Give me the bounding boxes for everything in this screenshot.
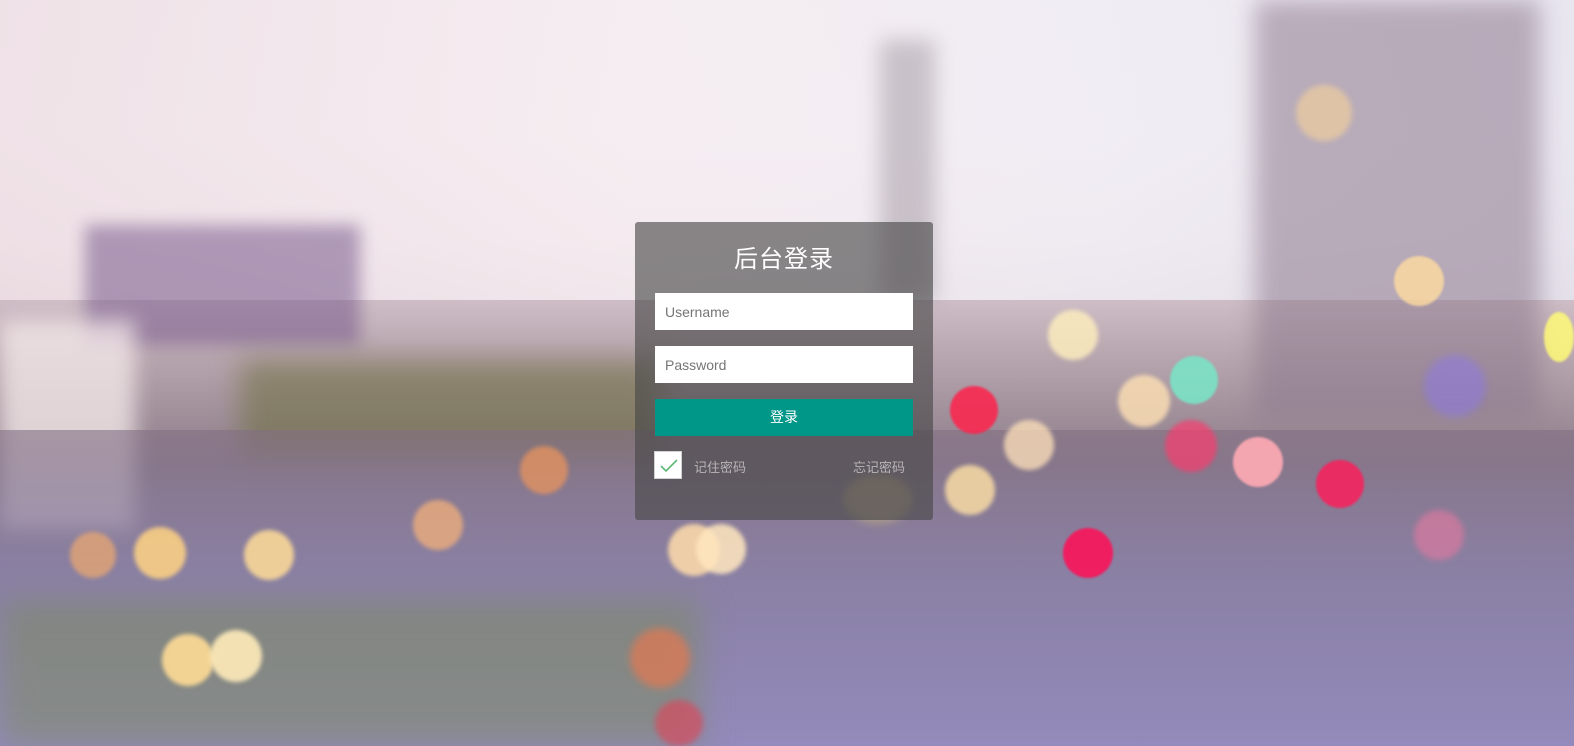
login-title: 后台登录 [734, 245, 834, 273]
bokeh-light [162, 634, 214, 686]
bokeh-light [1424, 355, 1486, 417]
bokeh-light [70, 532, 116, 578]
bokeh-light [413, 500, 463, 550]
bokeh-light [210, 630, 262, 682]
bokeh-light [1048, 310, 1098, 360]
remember-checkbox[interactable] [654, 451, 682, 479]
bokeh-light [1170, 356, 1218, 404]
login-button[interactable]: 登录 [655, 399, 913, 436]
bokeh-light [134, 527, 186, 579]
checkmark-icon [660, 459, 678, 473]
bokeh-light [1296, 85, 1352, 141]
bokeh-light [1394, 256, 1444, 306]
bokeh-light [655, 700, 703, 746]
remember-label: 记住密码 [694, 461, 747, 476]
bokeh-light [1544, 312, 1574, 362]
bokeh-light [945, 465, 995, 515]
background-building [1255, 0, 1540, 420]
username-input[interactable] [655, 293, 913, 330]
forgot-password-link[interactable]: 忘记密码 [853, 457, 905, 476]
bokeh-light [1414, 510, 1464, 560]
bokeh-light [1004, 420, 1054, 470]
bokeh-light [1063, 528, 1113, 578]
password-input[interactable] [655, 346, 913, 383]
bokeh-light [696, 524, 746, 574]
bokeh-light [244, 530, 294, 580]
bokeh-light [1233, 437, 1283, 487]
bokeh-light [520, 446, 568, 494]
bokeh-light [1316, 460, 1364, 508]
bokeh-light [1118, 375, 1170, 427]
bokeh-light [630, 628, 690, 688]
bokeh-light [950, 386, 998, 434]
login-panel: 后台登录 登录 记住密码 忘记密码 [635, 222, 933, 520]
background-bus [0, 600, 700, 746]
bokeh-light [1165, 420, 1217, 472]
